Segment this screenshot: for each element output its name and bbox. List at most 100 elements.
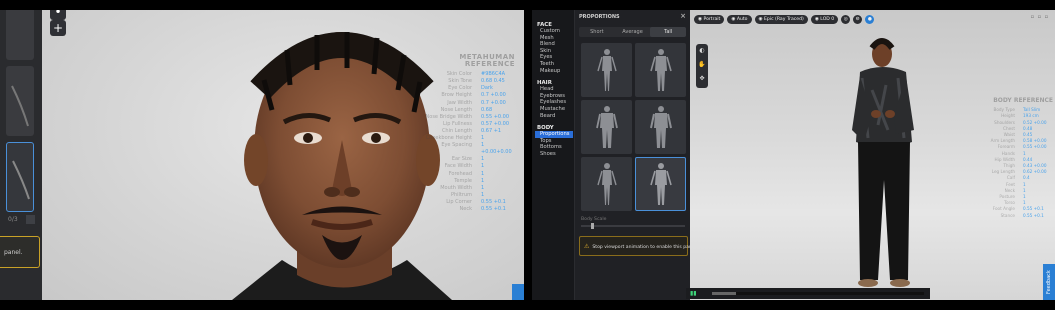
close-icon[interactable]: × (680, 12, 686, 20)
body-type-1[interactable] (581, 43, 632, 97)
settings-icon[interactable]: ⚙ (853, 15, 863, 24)
reference-value: 0.68 (481, 106, 493, 113)
reference-value: 0.57 +0.00 (481, 120, 510, 127)
reference-value: 1 (481, 163, 485, 170)
left-thumbnail-strip: 0/3 panel. (0, 10, 42, 300)
reference-value: 0.7 +0.00 (481, 99, 506, 106)
body-type-2[interactable] (635, 43, 686, 97)
body-reference-title: BODY REFERENCE (993, 97, 1053, 104)
lod-dropdown[interactable]: ◉ LOD 0 (810, 15, 839, 24)
body-scale-slider[interactable] (581, 223, 685, 229)
reference-key: Chin Length (441, 127, 472, 134)
height-option-short[interactable]: Short (579, 27, 615, 37)
camera-tool-button[interactable]: • (50, 10, 66, 20)
viewport-toolbar: ◉ Portrait ◉ Auto ◉ Epic (Ray Traced) ◉ … (694, 15, 875, 24)
reference-key: Jaw Width (447, 99, 472, 106)
reference-value: 0.67 +1 (481, 127, 502, 134)
body-type-grid (581, 43, 686, 211)
reference-value: 1 +0.00+0.00 (481, 142, 512, 156)
reference-key: Ear Size (451, 156, 472, 163)
animation-warning: ⚠ Stop viewport animation to enable this … (579, 236, 697, 256)
reference-value: 1 (481, 177, 485, 184)
thumbnail-3-selected[interactable] (6, 142, 34, 212)
reference-value: 1 (481, 156, 485, 163)
body-reference-overlay: BODY REFERENCE Body Type Tall Slim Height 1… (963, 97, 1053, 219)
feedback-button[interactable]: Feedback (1043, 264, 1055, 300)
reference-row: Eye Color Dark (410, 85, 515, 92)
reference-key: Stance (1000, 212, 1015, 218)
portrait-button[interactable]: ◉ Portrait (694, 15, 725, 24)
hand-icon[interactable]: ✋ (696, 58, 708, 72)
reference-row: Lip Corner 0.55 +0.1 (410, 199, 515, 206)
reference-key: Forehead (448, 170, 472, 177)
category-item-custom-mesh[interactable]: Custom Mesh (537, 28, 574, 41)
reference-key: Skin Color (446, 71, 472, 78)
left-viewport-window: 0/3 panel. • + METAHUMAN REFERENCE Skin … (0, 10, 524, 300)
light-icon[interactable]: ◐ (696, 44, 708, 58)
reference-row: Nose Length 0.68 (410, 107, 515, 114)
move-icon[interactable]: ✥ (696, 72, 708, 86)
category-item-tops[interactable]: Tops (537, 138, 574, 145)
height-option-tall[interactable]: Tall (650, 27, 687, 37)
reference-key: Brow Height (441, 92, 472, 99)
thumbnail-1[interactable] (6, 10, 34, 60)
category-item-skin[interactable]: Skin (537, 48, 574, 55)
reference-row: Nose Bridge Width 0.55 +0.00 (410, 114, 515, 121)
reference-row: Lip Fullness 0.57 +0.00 (410, 121, 515, 128)
reference-value: 0.55 +0.1 (481, 205, 506, 212)
category-item-head[interactable]: Head (537, 86, 574, 93)
reference-row: Temple 1 (410, 178, 515, 185)
reference-row: Neck 0.55 +0.1 (410, 206, 515, 213)
reference-value: #9B6C4A (481, 71, 506, 78)
category-item-proportions[interactable]: Proportions (535, 131, 573, 138)
character-body-render (850, 38, 918, 295)
panel-note: panel. (0, 236, 40, 268)
category-item-blend[interactable]: Blend (537, 41, 574, 48)
thumbnail-page-nav: 0/3 (8, 215, 38, 227)
reference-key: Lip Fullness (443, 120, 472, 127)
reference-row: Ear Size 1 (410, 156, 515, 163)
body-type-5[interactable] (581, 157, 632, 211)
auto-button[interactable]: ◉ Auto (727, 15, 752, 24)
category-item-bottoms[interactable]: Bottoms (537, 144, 574, 151)
category-item-beard[interactable]: Beard (537, 113, 574, 120)
quality-dropdown[interactable]: ◉ Epic (Ray Traced) (754, 15, 808, 24)
category-item-shoes[interactable]: Shoes (537, 151, 574, 158)
body-type-4[interactable] (635, 100, 686, 154)
category-item-mustache[interactable]: Mustache (537, 106, 574, 113)
category-item-eyelashes[interactable]: Eyelashes (537, 99, 574, 106)
slider-handle[interactable] (591, 223, 594, 229)
body-type-6-selected[interactable] (635, 157, 686, 211)
reference-row: Eye Spacing 1 +0.00+0.00 (410, 142, 515, 156)
proportions-panel: PROPORTIONS × Short Average Tall Body Scal… (574, 10, 697, 300)
info-icon[interactable]: ● (865, 15, 875, 24)
reference-row: Brow Height 0.7 +0.00 (410, 92, 515, 99)
feedback-tab[interactable] (512, 284, 524, 300)
category-item-eyebrows[interactable]: Eyebrows (537, 93, 574, 100)
body-scale-label: Body Scale (581, 217, 607, 222)
reference-key: Neck (459, 205, 472, 212)
category-item-makeup[interactable]: Makeup (537, 68, 574, 75)
page-counter: 0/3 (8, 216, 18, 223)
height-option-average[interactable]: Average (615, 27, 651, 37)
thumbnail-2[interactable] (6, 66, 34, 136)
next-page-button[interactable] (25, 215, 35, 224)
window-controls[interactable]: ▫ ▫ ▫ (1031, 14, 1049, 20)
height-segmented-control: Short Average Tall (579, 27, 687, 37)
category-item-teeth[interactable]: Teeth (537, 61, 574, 68)
zoom-in-button[interactable]: + (50, 20, 66, 36)
right-editor-window: FACE Custom Mesh Blend Skin Eyes Teeth Makeup H… (532, 10, 1055, 300)
category-item-eyes[interactable]: Eyes (537, 54, 574, 61)
animation-timeline: ▮▮ (686, 288, 930, 299)
play-icon[interactable]: ▮▮ (690, 290, 697, 297)
reference-row: Jaw Width 0.7 +0.00 (410, 100, 515, 107)
body-type-3[interactable] (581, 100, 632, 154)
timeline-scrubber[interactable] (712, 292, 924, 295)
reference-key: Eye Color (448, 85, 472, 92)
panel-header: PROPORTIONS × (575, 10, 690, 24)
camera-icon[interactable]: ◎ (841, 15, 851, 24)
reference-value: 0.55 +0.00 (481, 113, 510, 120)
reference-key: Philtrum (450, 191, 472, 198)
reference-key: Skin Tone (448, 78, 472, 85)
body-viewport[interactable]: ◉ Portrait ◉ Auto ◉ Epic (Ray Traced) ◉ … (686, 10, 1055, 300)
